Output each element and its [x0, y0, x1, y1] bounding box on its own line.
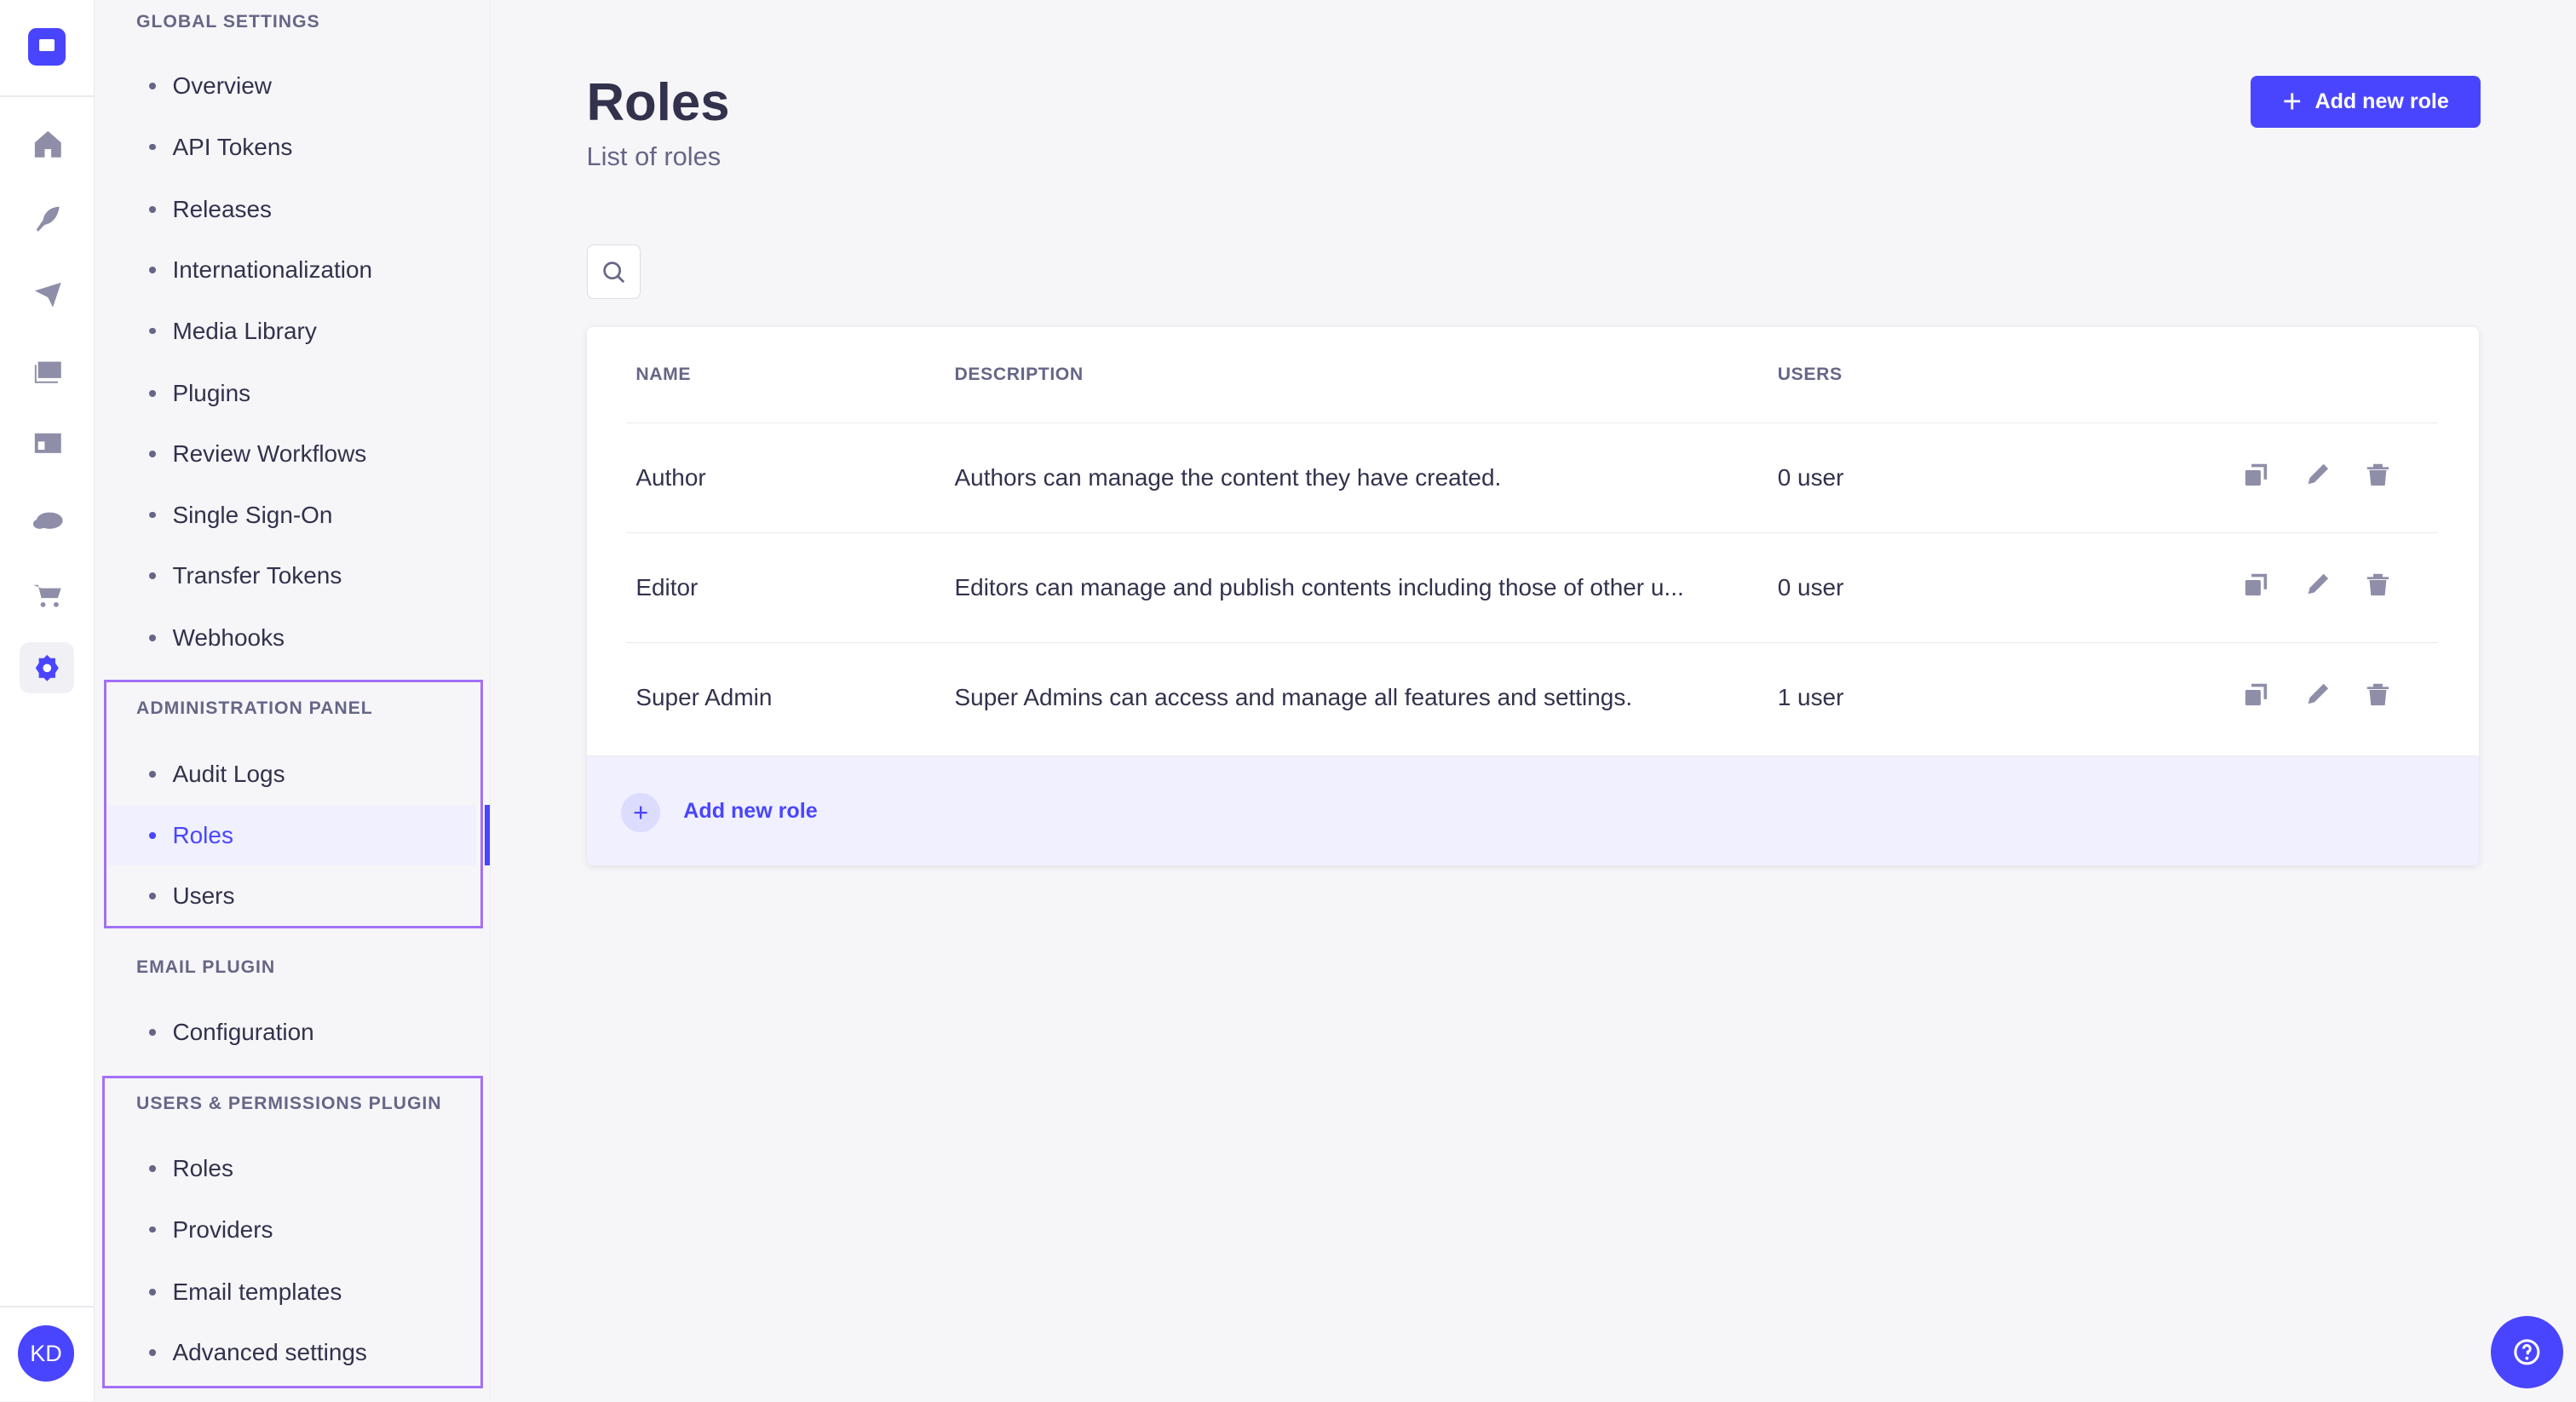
role-users: 0 user: [1777, 463, 1844, 491]
active-indicator: [484, 805, 490, 866]
user-avatar[interactable]: KD: [18, 1325, 74, 1382]
table-row[interactable]: Author Authors can manage the content th…: [625, 422, 2439, 533]
role-description: Editors can manage and publish contents …: [954, 574, 1684, 601]
column-header-users: USERS: [1777, 365, 1843, 385]
duplicate-icon[interactable]: [2244, 682, 2268, 707]
nav-item-webhooks[interactable]: Webhooks: [108, 608, 476, 669]
duplicate-icon[interactable]: [2244, 572, 2268, 597]
help-button[interactable]: [2490, 1315, 2563, 1388]
duplicate-icon[interactable]: [2244, 463, 2268, 487]
nav-item-internationalization[interactable]: Internationalization: [108, 240, 476, 301]
add-new-role-button[interactable]: + Add new role: [2251, 75, 2481, 129]
roles-table: NAME DESCRIPTION USERS Author Authors ca…: [586, 326, 2480, 866]
highlight-box-users-permissions: [101, 1076, 483, 1388]
feather-icon[interactable]: [28, 198, 67, 238]
role-users: 0 user: [1777, 574, 1844, 601]
cloud-icon[interactable]: [28, 499, 67, 538]
nav-item-api-tokens[interactable]: API Tokens: [108, 117, 476, 177]
divider: [0, 95, 94, 97]
delete-icon[interactable]: [2366, 572, 2390, 597]
nav-item-releases[interactable]: Releases: [108, 179, 476, 239]
edit-icon[interactable]: [2305, 682, 2330, 707]
add-new-role-link[interactable]: Add new role: [683, 799, 817, 824]
column-header-name[interactable]: NAME: [635, 365, 691, 385]
edit-icon[interactable]: [2305, 463, 2330, 487]
page-title: Roles: [586, 72, 730, 132]
home-icon[interactable]: [28, 125, 67, 164]
page-subtitle: List of roles: [586, 141, 722, 171]
table-row[interactable]: Super Admin Super Admins can access and …: [625, 642, 2439, 753]
delete-icon[interactable]: [2366, 682, 2390, 707]
layout-icon[interactable]: [28, 424, 67, 463]
role-name: Editor: [635, 574, 699, 601]
nav-item-email-configuration[interactable]: Configuration: [108, 1002, 476, 1062]
cart-icon[interactable]: [28, 575, 67, 614]
edit-icon[interactable]: [2305, 572, 2330, 597]
delete-icon[interactable]: [2366, 463, 2390, 487]
plus-icon: +: [2282, 83, 2303, 120]
divider: [0, 1306, 94, 1308]
settings-icon[interactable]: [20, 642, 74, 693]
role-name: Super Admin: [635, 684, 773, 711]
main-nav-rail: KD: [0, 0, 95, 1402]
nav-item-media-library[interactable]: Media Library: [108, 301, 476, 361]
table-row[interactable]: Editor Editors can manage and publish co…: [625, 531, 2439, 643]
plus-circle-icon: +: [621, 792, 661, 832]
nav-item-sso[interactable]: Single Sign-On: [108, 485, 476, 545]
nav-item-transfer-tokens[interactable]: Transfer Tokens: [108, 545, 476, 606]
role-description: Authors can manage the content they have…: [954, 463, 1502, 491]
search-button[interactable]: [586, 244, 641, 300]
media-library-icon[interactable]: [28, 350, 67, 389]
role-name: Author: [635, 463, 706, 491]
help-icon: [2514, 1339, 2540, 1365]
section-title: EMAIL PLUGIN: [136, 957, 276, 978]
nav-item-review-workflows[interactable]: Review Workflows: [108, 424, 476, 485]
add-new-role-row[interactable]: + Add new role: [586, 756, 2480, 866]
paper-plane-icon[interactable]: [28, 274, 67, 313]
highlight-box-admin-panel: [103, 680, 483, 928]
search-icon: [603, 261, 625, 283]
section-title: GLOBAL SETTINGS: [136, 11, 320, 32]
nav-item-overview[interactable]: Overview: [108, 56, 476, 117]
nav-item-plugins[interactable]: Plugins: [108, 363, 476, 423]
column-header-description: DESCRIPTION: [954, 365, 1084, 385]
role-description: Super Admins can access and manage all f…: [954, 684, 1633, 711]
role-users: 1 user: [1777, 684, 1844, 711]
strapi-logo[interactable]: [27, 27, 66, 66]
